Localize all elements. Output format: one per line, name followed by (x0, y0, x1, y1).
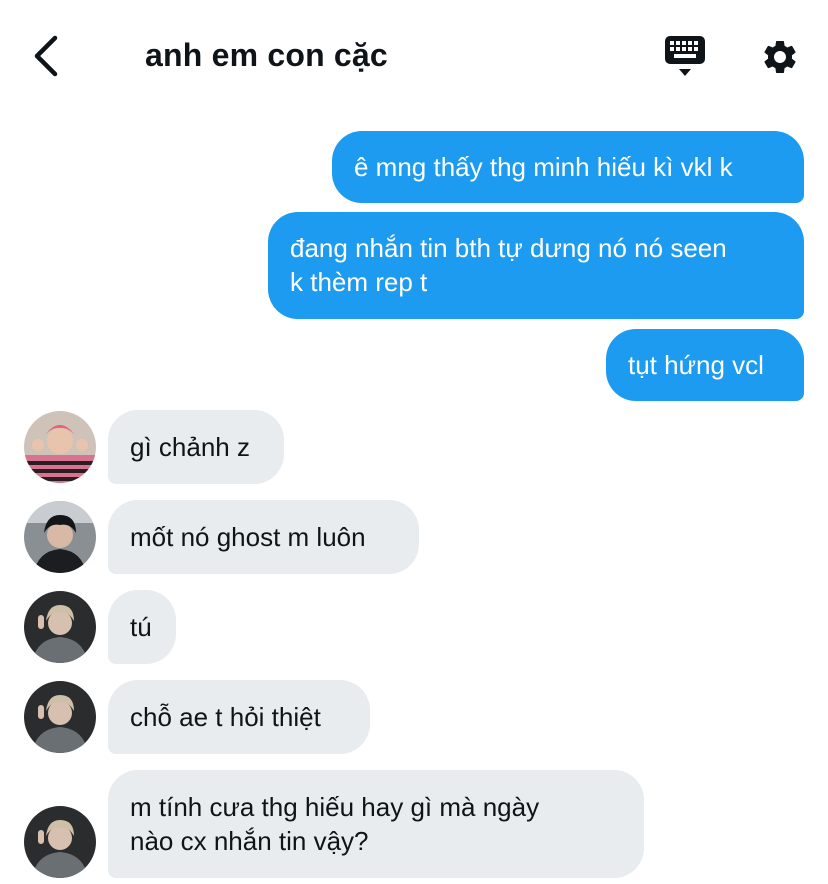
outgoing-message[interactable]: ê mng thấy thg minh hiếu kì vkl k (332, 131, 804, 203)
chat-header: anh em con cặc (0, 0, 828, 112)
back-button[interactable] (22, 30, 70, 82)
keyboard-icon (665, 36, 705, 76)
outgoing-message[interactable]: tụt hứng vcl (606, 329, 804, 401)
outgoing-message[interactable]: đang nhắn tin bth tự dưng nó nó seen k t… (268, 212, 804, 319)
avatar[interactable] (24, 806, 96, 878)
incoming-message[interactable]: tú (108, 590, 176, 664)
incoming-message[interactable]: mốt nó ghost m luôn (108, 500, 419, 574)
incoming-message[interactable]: m tính cưa thg hiếu hay gì mà ngày nào c… (108, 770, 644, 878)
avatar[interactable] (24, 591, 96, 663)
incoming-message[interactable]: chỗ ae t hỏi thiệt (108, 680, 370, 754)
avatar[interactable] (24, 681, 96, 753)
gear-icon (764, 40, 796, 73)
chevron-left-icon (34, 35, 58, 77)
settings-button[interactable] (756, 34, 804, 80)
incoming-message[interactable]: gì chảnh z (108, 410, 284, 484)
keyboard-button[interactable] (660, 34, 710, 80)
conversation-title: anh em con cặc (145, 37, 388, 73)
avatar[interactable] (24, 501, 96, 573)
avatar[interactable] (24, 411, 96, 483)
